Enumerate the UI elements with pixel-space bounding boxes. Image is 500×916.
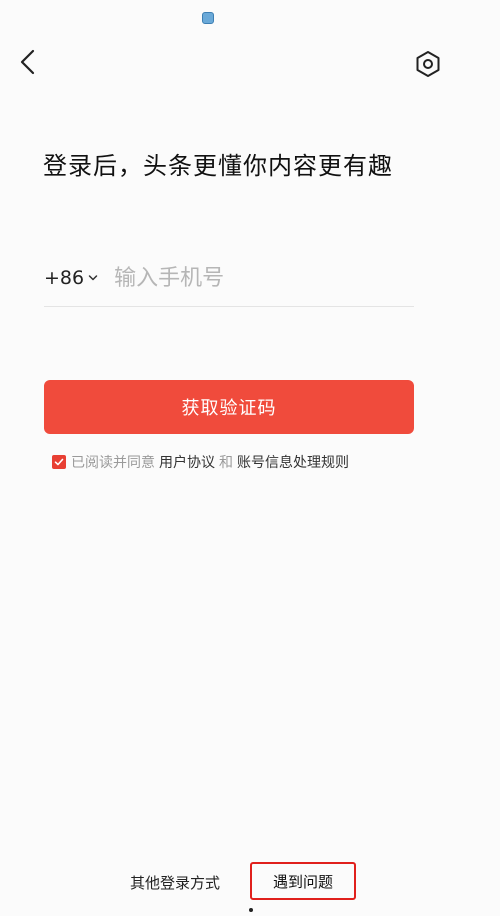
other-login-methods-link[interactable]: 其他登录方式 [130, 872, 220, 893]
user-agreement-link[interactable]: 用户协议 [159, 452, 215, 472]
agreement-prefix: 已阅读并同意 [71, 455, 155, 471]
agreement-checkbox[interactable] [52, 455, 66, 469]
settings-button[interactable] [412, 50, 444, 82]
country-code-label: +86 [44, 267, 85, 289]
page-title: 登录后，头条更懂你内容更有趣 [43, 152, 393, 180]
chevron-down-icon [88, 274, 98, 282]
home-indicator [249, 908, 253, 912]
chevron-left-icon [18, 48, 38, 80]
gear-hexagon-icon [415, 50, 441, 82]
privacy-rules-link[interactable]: 账号信息处理规则 [237, 452, 349, 472]
help-problem-link[interactable]: 遇到问题 [250, 862, 356, 900]
login-page: 登录后，头条更懂你内容更有趣 +86 获取验证码 已阅读并同意 用户协议 和 账… [0, 0, 500, 916]
back-button[interactable] [12, 48, 44, 80]
status-bar-app-icon [202, 12, 214, 24]
help-problem-label: 遇到问题 [272, 872, 333, 891]
agreement-row: 已阅读并同意 用户协议 和 账号信息处理规则 [52, 452, 353, 472]
get-verification-code-button[interactable]: 获取验证码 [44, 380, 414, 434]
check-icon [54, 458, 64, 466]
phone-field-row: +86 [44, 250, 414, 307]
country-code-selector[interactable]: +86 [44, 267, 98, 289]
agreement-and: 和 [219, 455, 233, 471]
phone-input[interactable] [114, 265, 355, 291]
